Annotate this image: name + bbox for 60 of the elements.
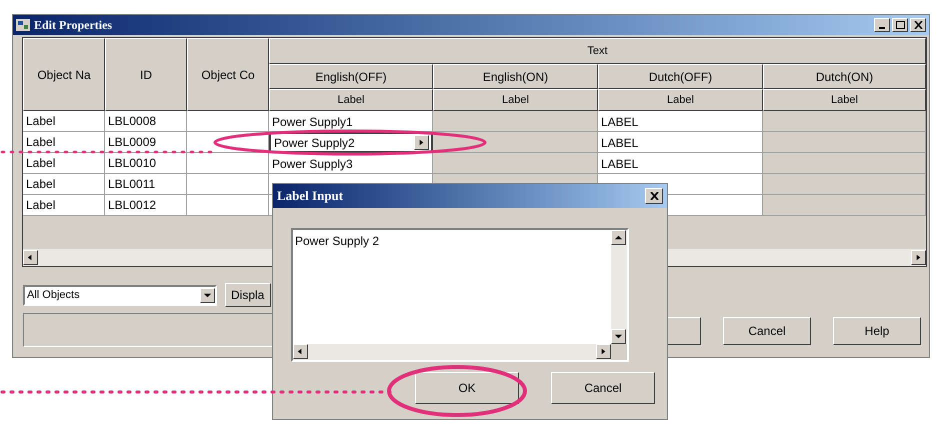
column-header[interactable]: Object Co (187, 38, 269, 111)
table-cell-text: LABEL (600, 156, 640, 172)
table-cell-text: Power Supply1 (271, 114, 354, 130)
table-cell: Label (23, 174, 105, 195)
right-arrow-icon (599, 347, 608, 356)
column-header[interactable]: English(ON) (433, 64, 598, 89)
close-icon (650, 192, 658, 200)
cancel-button[interactable]: Cancel (551, 372, 655, 404)
column-header[interactable]: Object Na (23, 38, 105, 111)
edit-button[interactable] (414, 135, 429, 150)
help-button[interactable]: Help (833, 317, 921, 345)
scroll-right-button[interactable] (911, 250, 926, 265)
column-header[interactable]: English(OFF) (269, 64, 433, 89)
table-cell: LBL0011 (105, 174, 187, 195)
vertical-scrollbar[interactable] (611, 230, 627, 344)
dialog-title: Label Input (277, 187, 344, 206)
column-subheader: Label (269, 89, 433, 111)
table-cell-text: LABEL (600, 114, 640, 130)
scroll-right-button[interactable] (596, 344, 611, 359)
down-arrow-icon (203, 290, 212, 300)
column-header[interactable]: ID (105, 38, 187, 111)
scroll-down-button[interactable] (611, 329, 626, 344)
table-cell: Label (23, 153, 105, 174)
table-cell: LBL0008 (105, 111, 187, 132)
table-cell-text: Power Supply3 (271, 156, 354, 172)
column-subheader: Label (763, 89, 926, 111)
column-header[interactable]: Dutch(ON) (763, 64, 926, 89)
maximize-icon (896, 21, 904, 29)
up-arrow-icon (614, 233, 623, 242)
table-cell: LBL0012 (105, 195, 187, 216)
close-button[interactable] (910, 18, 926, 32)
minimize-button[interactable] (874, 18, 890, 32)
right-arrow-icon (417, 138, 426, 147)
scroll-up-button[interactable] (611, 230, 626, 245)
maximize-button[interactable] (892, 18, 908, 32)
group-header: Text (269, 38, 926, 64)
column-subheader: Label (433, 89, 598, 111)
table-cell: LBL0010 (105, 153, 187, 174)
table-cell: LBL0009 (105, 132, 187, 153)
display-button[interactable]: Displa (225, 283, 271, 307)
label-text-area[interactable]: Power Supply 2 (293, 230, 611, 344)
scroll-left-button[interactable] (23, 250, 38, 265)
window-title: Edit Properties (34, 17, 112, 34)
right-arrow-icon (914, 253, 923, 262)
column-subheader: Label (598, 89, 763, 111)
horizontal-scrollbar[interactable] (293, 344, 611, 360)
close-button[interactable] (645, 188, 663, 204)
table-cell: Label (23, 195, 105, 216)
object-filter-dropdown[interactable]: All Objects (23, 284, 217, 306)
window-icon (16, 19, 30, 31)
scroll-left-button[interactable] (293, 344, 308, 359)
down-arrow-icon (614, 332, 623, 341)
ok-button[interactable]: OK (415, 372, 519, 404)
dropdown-button[interactable] (200, 288, 215, 302)
table-cell: Label (23, 132, 105, 153)
close-icon (914, 21, 922, 29)
cancel-button[interactable]: Cancel (723, 317, 811, 345)
column-header[interactable]: Dutch(OFF) (598, 64, 763, 89)
table-cell-text: LABEL (600, 134, 640, 152)
table-cell: Label (23, 111, 105, 132)
